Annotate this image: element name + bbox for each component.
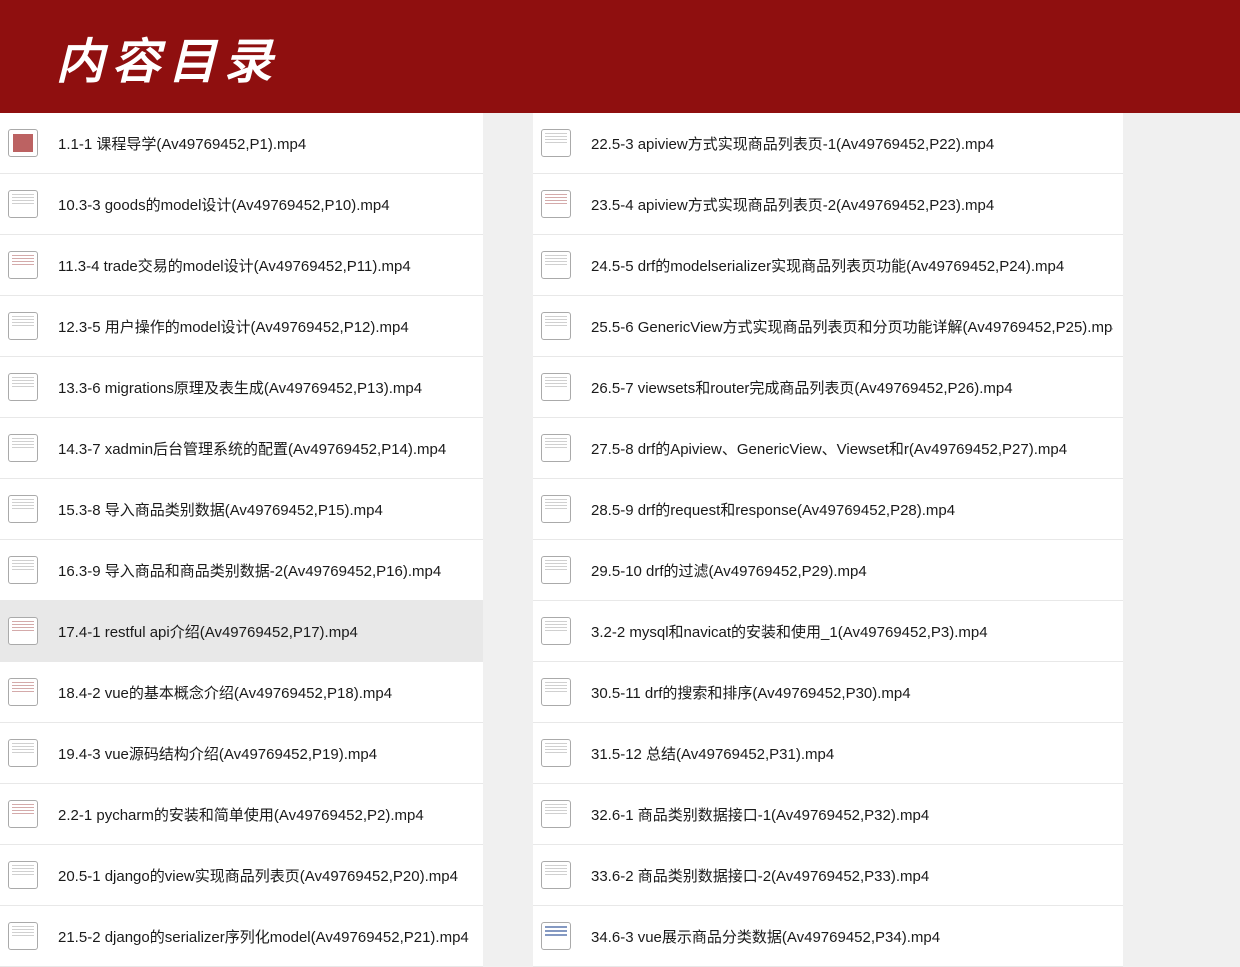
video-thumbnail-icon	[541, 190, 571, 218]
file-item[interactable]: 14.3-7 xadmin后台管理系统的配置(Av49769452,P14).m…	[0, 418, 483, 479]
file-item-label: 20.5-1 django的view实现商品列表页(Av49769452,P20…	[58, 865, 458, 886]
file-item[interactable]: 28.5-9 drf的request和response(Av49769452,P…	[533, 479, 1123, 540]
file-item[interactable]: 2.2-1 pycharm的安装和简单使用(Av49769452,P2).mp4	[0, 784, 483, 845]
file-item[interactable]: 17.4-1 restful api介绍(Av49769452,P17).mp4	[0, 601, 483, 662]
video-thumbnail-icon	[8, 922, 38, 950]
file-item[interactable]: 15.3-8 导入商品类别数据(Av49769452,P15).mp4	[0, 479, 483, 540]
video-thumbnail-icon	[8, 739, 38, 767]
file-item-label: 3.2-2 mysql和navicat的安装和使用_1(Av49769452,P…	[591, 621, 988, 642]
file-item-label: 25.5-6 GenericView方式实现商品列表页和分页功能详解(Av497…	[591, 316, 1113, 337]
file-item[interactable]: 24.5-5 drf的modelserializer实现商品列表页功能(Av49…	[533, 235, 1123, 296]
file-item-label: 29.5-10 drf的过滤(Av49769452,P29).mp4	[591, 560, 867, 581]
file-item-label: 11.3-4 trade交易的model设计(Av49769452,P11).m…	[58, 255, 411, 276]
video-thumbnail-icon	[541, 434, 571, 462]
video-thumbnail-icon	[8, 434, 38, 462]
page-title: 内容目录	[56, 22, 280, 92]
video-thumbnail-icon	[541, 739, 571, 767]
file-item[interactable]: 19.4-3 vue源码结构介绍(Av49769452,P19).mp4	[0, 723, 483, 784]
file-item-label: 22.5-3 apiview方式实现商品列表页-1(Av49769452,P22…	[591, 133, 994, 154]
file-item[interactable]: 13.3-6 migrations原理及表生成(Av49769452,P13).…	[0, 357, 483, 418]
video-thumbnail-icon	[541, 800, 571, 828]
file-item-label: 2.2-1 pycharm的安装和简单使用(Av49769452,P2).mp4	[58, 804, 424, 825]
file-item[interactable]: 18.4-2 vue的基本概念介绍(Av49769452,P18).mp4	[0, 662, 483, 723]
video-thumbnail-icon	[8, 495, 38, 523]
file-item-label: 34.6-3 vue展示商品分类数据(Av49769452,P34).mp4	[591, 926, 940, 947]
video-thumbnail-icon	[541, 373, 571, 401]
file-item-label: 15.3-8 导入商品类别数据(Av49769452,P15).mp4	[58, 499, 383, 520]
file-item-label: 13.3-6 migrations原理及表生成(Av49769452,P13).…	[58, 377, 422, 398]
video-thumbnail-icon	[541, 617, 571, 645]
video-thumbnail-icon	[541, 495, 571, 523]
file-item-label: 28.5-9 drf的request和response(Av49769452,P…	[591, 499, 955, 520]
video-thumbnail-icon	[541, 251, 571, 279]
file-item[interactable]: 23.5-4 apiview方式实现商品列表页-2(Av49769452,P23…	[533, 174, 1123, 235]
file-item-label: 10.3-3 goods的model设计(Av49769452,P10).mp4	[58, 194, 390, 215]
file-item-label: 14.3-7 xadmin后台管理系统的配置(Av49769452,P14).m…	[58, 438, 446, 459]
file-item-label: 12.3-5 用户操作的model设计(Av49769452,P12).mp4	[58, 316, 409, 337]
file-item-label: 17.4-1 restful api介绍(Av49769452,P17).mp4	[58, 621, 358, 642]
file-item-label: 30.5-11 drf的搜索和排序(Av49769452,P30).mp4	[591, 682, 911, 703]
video-thumbnail-icon	[541, 678, 571, 706]
file-item-label: 31.5-12 总结(Av49769452,P31).mp4	[591, 743, 834, 764]
file-item[interactable]: 26.5-7 viewsets和router完成商品列表页(Av49769452…	[533, 357, 1123, 418]
file-item-label: 33.6-2 商品类别数据接口-2(Av49769452,P33).mp4	[591, 865, 929, 886]
file-item[interactable]: 1.1-1 课程导学(Av49769452,P1).mp4	[0, 113, 483, 174]
file-item-label: 24.5-5 drf的modelserializer实现商品列表页功能(Av49…	[591, 255, 1064, 276]
file-item-label: 26.5-7 viewsets和router完成商品列表页(Av49769452…	[591, 377, 1013, 398]
file-item[interactable]: 16.3-9 导入商品和商品类别数据-2(Av49769452,P16).mp4	[0, 540, 483, 601]
file-item[interactable]: 30.5-11 drf的搜索和排序(Av49769452,P30).mp4	[533, 662, 1123, 723]
file-item[interactable]: 25.5-6 GenericView方式实现商品列表页和分页功能详解(Av497…	[533, 296, 1123, 357]
video-thumbnail-icon	[541, 861, 571, 889]
page-header: 内容目录	[0, 0, 1240, 113]
video-thumbnail-icon	[8, 251, 38, 279]
file-item[interactable]: 27.5-8 drf的Apiview、GenericView、Viewset和r…	[533, 418, 1123, 479]
file-item[interactable]: 12.3-5 用户操作的model设计(Av49769452,P12).mp4	[0, 296, 483, 357]
file-item[interactable]: 20.5-1 django的view实现商品列表页(Av49769452,P20…	[0, 845, 483, 906]
left-column: 1.1-1 课程导学(Av49769452,P1).mp4 10.3-3 good…	[0, 113, 483, 967]
file-item-label: 16.3-9 导入商品和商品类别数据-2(Av49769452,P16).mp4	[58, 560, 441, 581]
file-item[interactable]: 29.5-10 drf的过滤(Av49769452,P29).mp4	[533, 540, 1123, 601]
file-item-label: 32.6-1 商品类别数据接口-1(Av49769452,P32).mp4	[591, 804, 929, 825]
file-item[interactable]: 11.3-4 trade交易的model设计(Av49769452,P11).m…	[0, 235, 483, 296]
right-column: 22.5-3 apiview方式实现商品列表页-1(Av49769452,P22…	[533, 113, 1123, 967]
video-thumbnail-icon	[8, 190, 38, 218]
file-item[interactable]: 32.6-1 商品类别数据接口-1(Av49769452,P32).mp4	[533, 784, 1123, 845]
video-thumbnail-icon	[8, 861, 38, 889]
video-thumbnail-icon	[8, 800, 38, 828]
file-item-label: 19.4-3 vue源码结构介绍(Av49769452,P19).mp4	[58, 743, 377, 764]
video-thumbnail-icon	[541, 129, 571, 157]
file-item-label: 23.5-4 apiview方式实现商品列表页-2(Av49769452,P23…	[591, 194, 994, 215]
file-item-label: 21.5-2 django的serializer序列化model(Av49769…	[58, 926, 469, 947]
video-thumbnail-icon	[8, 129, 38, 157]
video-thumbnail-icon	[8, 312, 38, 340]
file-item[interactable]: 33.6-2 商品类别数据接口-2(Av49769452,P33).mp4	[533, 845, 1123, 906]
video-thumbnail-icon	[541, 922, 571, 950]
file-item-label: 27.5-8 drf的Apiview、GenericView、Viewset和r…	[591, 438, 1067, 459]
video-thumbnail-icon	[8, 678, 38, 706]
file-item[interactable]: 22.5-3 apiview方式实现商品列表页-1(Av49769452,P22…	[533, 113, 1123, 174]
file-item[interactable]: 3.2-2 mysql和navicat的安装和使用_1(Av49769452,P…	[533, 601, 1123, 662]
file-item[interactable]: 34.6-3 vue展示商品分类数据(Av49769452,P34).mp4	[533, 906, 1123, 967]
video-thumbnail-icon	[541, 312, 571, 340]
video-thumbnail-icon	[8, 373, 38, 401]
video-thumbnail-icon	[541, 556, 571, 584]
file-item[interactable]: 31.5-12 总结(Av49769452,P31).mp4	[533, 723, 1123, 784]
file-item-label: 18.4-2 vue的基本概念介绍(Av49769452,P18).mp4	[58, 682, 392, 703]
content-columns: 1.1-1 课程导学(Av49769452,P1).mp4 10.3-3 good…	[0, 113, 1240, 967]
file-item-label: 1.1-1 课程导学(Av49769452,P1).mp4	[58, 133, 306, 154]
file-item[interactable]: 10.3-3 goods的model设计(Av49769452,P10).mp4	[0, 174, 483, 235]
file-item[interactable]: 21.5-2 django的serializer序列化model(Av49769…	[0, 906, 483, 967]
video-thumbnail-icon	[8, 556, 38, 584]
video-thumbnail-icon	[8, 617, 38, 645]
